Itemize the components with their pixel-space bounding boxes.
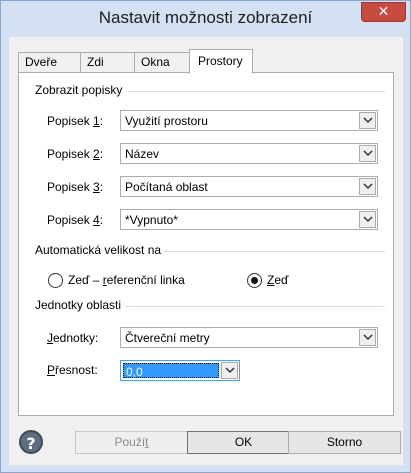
precision-value: 0,0 — [123, 363, 219, 379]
label-2-dropdown[interactable]: Název — [120, 143, 378, 164]
chevron-down-icon[interactable] — [221, 362, 238, 379]
title-bar: Nastavit možnosti zobrazení ✕ — [1, 1, 410, 37]
tab-label: Zdi — [87, 55, 104, 69]
chevron-down-icon[interactable] — [359, 145, 376, 162]
dialog-client-area: Dveře Zdi Okna Prostory Zobrazit popisky… — [9, 37, 403, 465]
units-dropdown[interactable]: Čtvereční metry — [120, 327, 378, 348]
ok-button[interactable]: OK — [187, 431, 300, 454]
label-1-value: Využití prostoru — [125, 114, 208, 128]
radio-wall-reference-line-label[interactable]: Zeď – referenční linka — [68, 273, 185, 287]
cancel-button[interactable]: Storno — [288, 431, 401, 454]
close-icon: ✕ — [377, 4, 390, 20]
autosize-group-header: Automatická velikost na — [35, 243, 166, 257]
label-3-value: Počítaná oblast — [125, 180, 208, 194]
label-1-dropdown[interactable]: Využití prostoru — [120, 110, 378, 131]
precision-dropdown[interactable]: 0,0 — [120, 360, 240, 381]
tab-zdi[interactable]: Zdi — [80, 52, 135, 73]
precision-caption: Přesnost: — [47, 363, 98, 377]
radio-selected-dot — [251, 277, 258, 284]
labels-group-header: Zobrazit popisky — [35, 83, 127, 97]
tab-label: Prostory — [198, 54, 243, 68]
units-group-header: Jednotky oblasti — [35, 298, 126, 312]
tab-label: Okna — [141, 55, 170, 69]
tab-prostory[interactable]: Prostory — [189, 49, 253, 74]
chevron-down-icon[interactable] — [359, 178, 376, 195]
label-3-caption: Popisek 3: — [47, 180, 104, 194]
close-button[interactable]: ✕ — [361, 2, 406, 22]
label-2-value: Název — [125, 147, 160, 161]
chevron-down-icon[interactable] — [359, 211, 376, 228]
chevron-down-icon[interactable] — [359, 112, 376, 129]
label-1-caption: Popisek 1: — [47, 114, 104, 128]
label-3-dropdown[interactable]: Počítaná oblast — [120, 176, 378, 197]
tab-label: Dveře — [25, 55, 58, 69]
radio-wall[interactable] — [247, 273, 262, 288]
chevron-down-icon[interactable] — [359, 329, 376, 346]
units-caption: Jednotky: — [47, 331, 99, 345]
radio-wall-label[interactable]: Zeď — [267, 273, 288, 287]
label-2-caption: Popisek 2: — [47, 147, 104, 161]
tab-panel-prostory: Zobrazit popisky Popisek 1: Využití pros… — [18, 72, 394, 416]
help-icon[interactable]: ? — [19, 430, 43, 454]
radio-wall-reference-line[interactable] — [48, 273, 63, 288]
apply-button[interactable]: Použít — [75, 431, 188, 454]
tab-okna[interactable]: Okna — [134, 52, 190, 73]
units-value: Čtvereční metry — [125, 331, 210, 345]
dialog-window: Nastavit možnosti zobrazení ✕ Dveře Zdi … — [0, 0, 411, 473]
label-4-dropdown[interactable]: *Vypnuto* — [120, 209, 378, 230]
tab-dvere[interactable]: Dveře — [18, 52, 81, 73]
label-4-value: *Vypnuto* — [125, 213, 178, 227]
label-4-caption: Popisek 4: — [47, 213, 104, 227]
dialog-title: Nastavit možnosti zobrazení — [98, 8, 313, 27]
